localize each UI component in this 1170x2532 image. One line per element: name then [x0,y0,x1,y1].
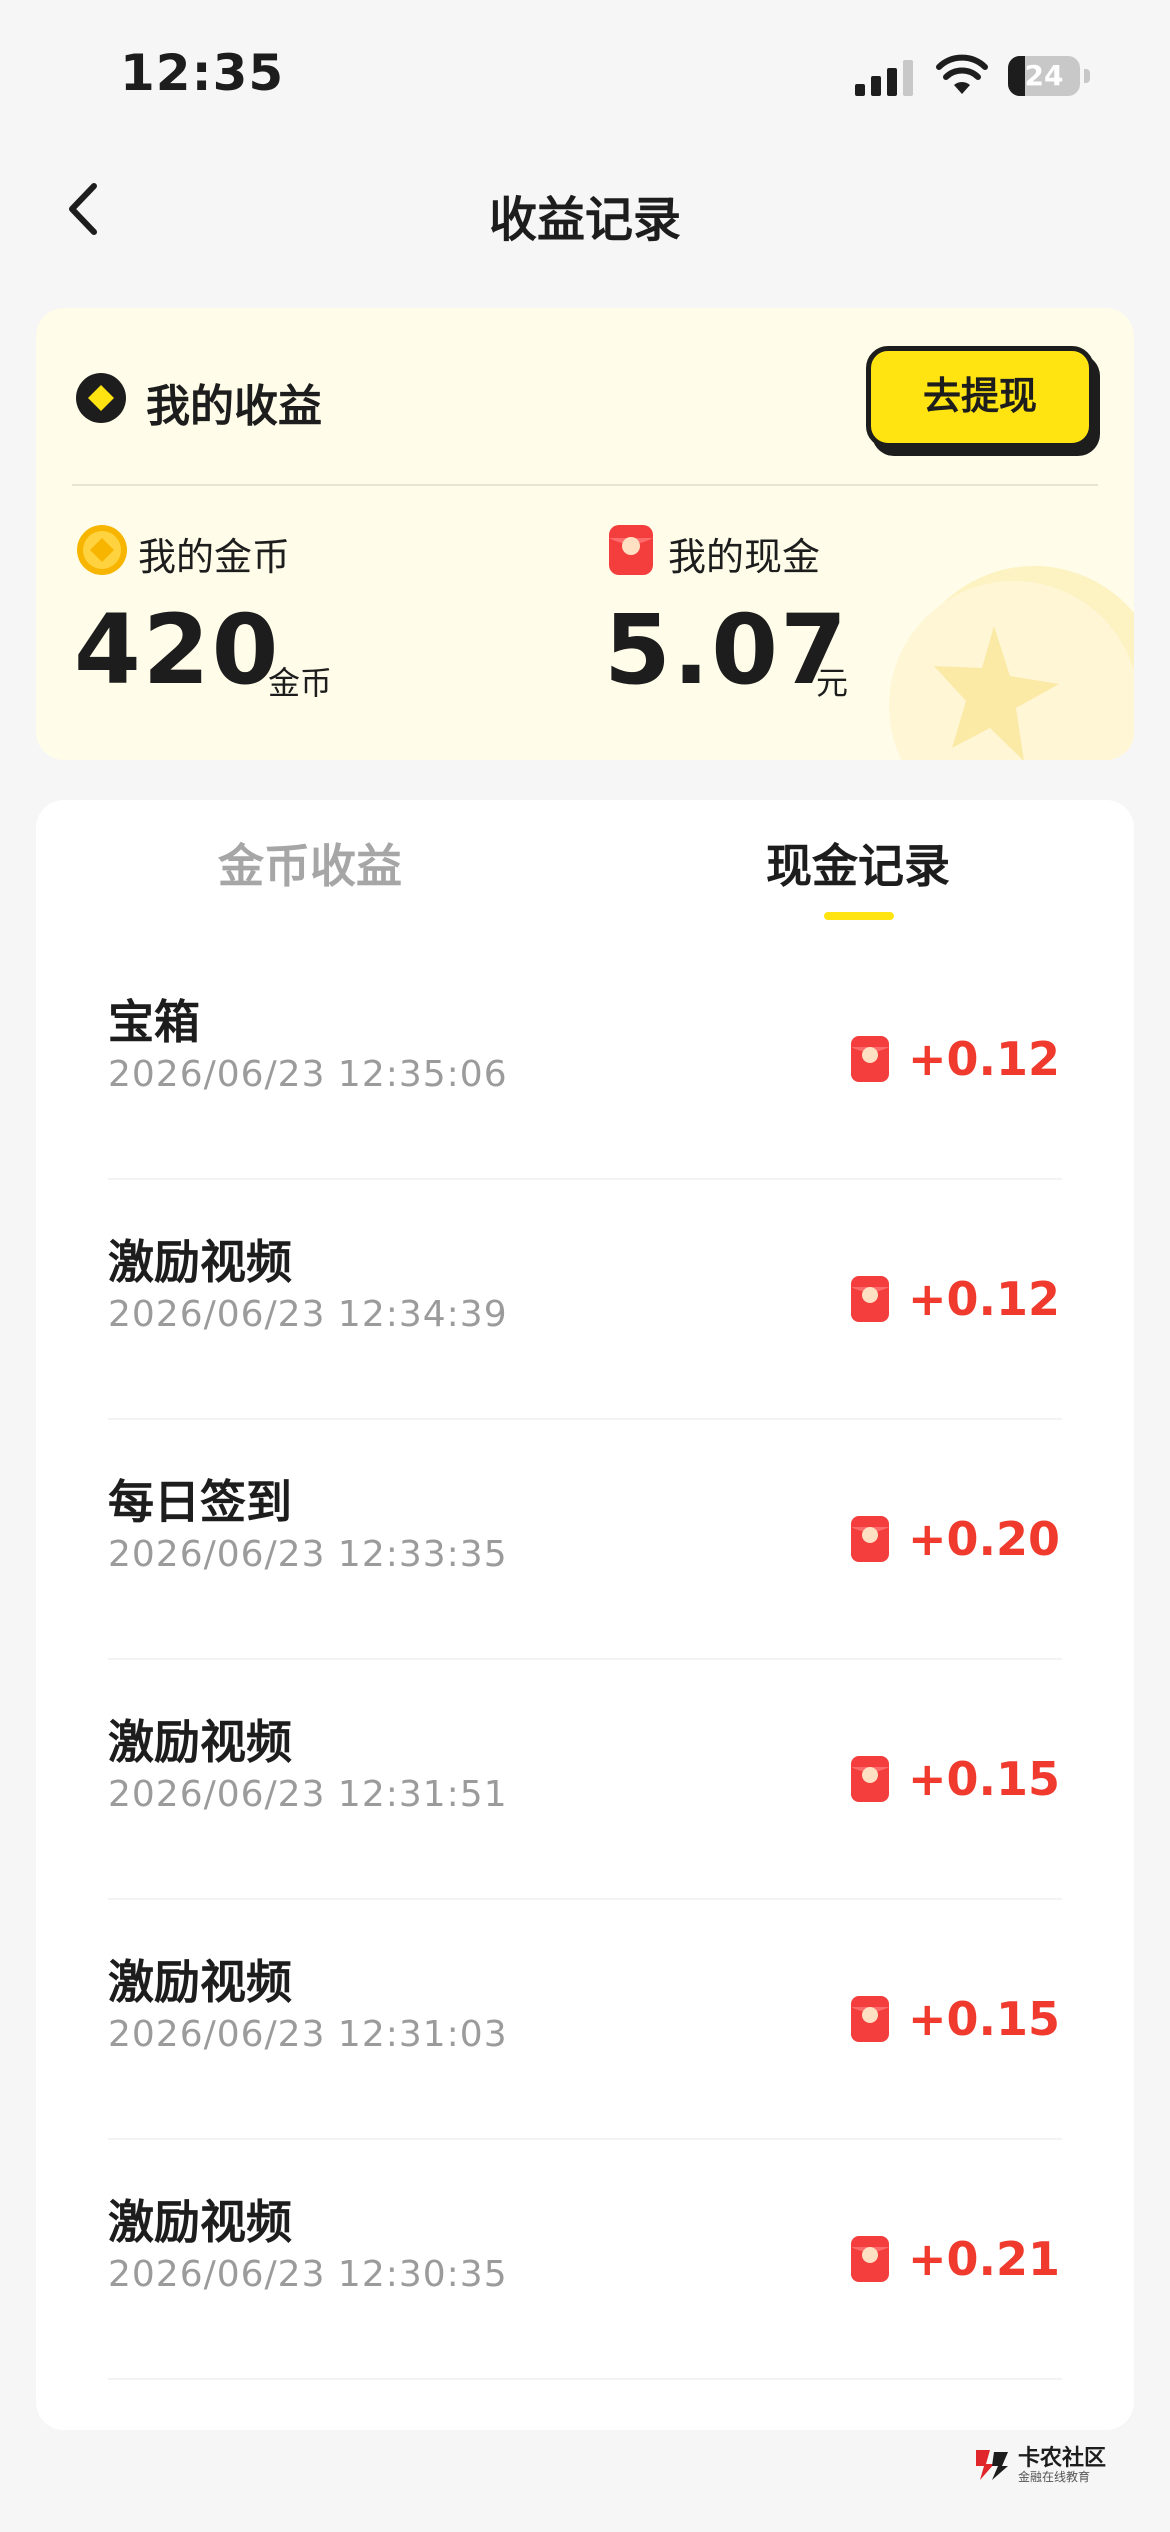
record-amount: +0.21 [907,2232,1060,2286]
record-amount: +0.12 [907,1272,1060,1326]
record-time: 2026/06/23 12:35:06 [108,1054,508,1095]
wifi-icon [936,54,988,94]
cash-unit: 元 [816,664,849,702]
record-row[interactable]: 激励视频 2026/06/23 12:34:39 +0.12 [36,1180,1134,1420]
card-divider [72,484,1098,486]
record-time: 2026/06/23 12:31:51 [108,1774,508,1815]
red-envelope-icon [850,1276,889,1322]
coins-unit: 金币 [268,664,333,702]
record-row[interactable]: 每日签到 2026/06/23 12:33:35 +0.20 [36,1420,1134,1660]
tab-coin-earnings[interactable]: 金币收益 [110,830,510,896]
battery-body: 24 [1008,56,1080,96]
record-time: 2026/06/23 12:31:03 [108,2014,508,2055]
record-row[interactable]: 激励视频 2026/06/23 12:31:51 +0.15 [36,1660,1134,1900]
red-envelope-icon [609,525,653,575]
red-envelope-icon [850,1516,889,1562]
record-title: 宝箱 [108,995,200,1049]
record-amount: +0.15 [907,1992,1060,2046]
coins-value: 420 [74,594,281,706]
record-amount-group: +0.20 [850,1512,1060,1566]
record-row[interactable]: 激励视频 2026/06/23 12:30:35 +0.21 [36,2140,1134,2380]
nav-bar: 收益记录 [0,150,1170,270]
red-envelope-icon [850,1036,889,1082]
watermark-slogan: 金融在线教育 [1018,2470,1091,2484]
record-amount: +0.15 [907,1752,1060,1806]
diamond-icon [76,373,126,423]
earnings-record-screen: 12:35 24 收益记录 我的收益 去提现 我的金币 420 金币 我的现金 … [0,0,1170,2532]
record-amount: +0.20 [907,1512,1060,1566]
battery-icon: 24 [1008,56,1092,98]
battery-tip [1084,69,1090,83]
signal-icon [855,60,913,96]
coins-label: 我的金币 [138,535,291,579]
record-time: 2026/06/23 12:34:39 [108,1294,508,1335]
status-time: 12:35 [120,44,285,102]
red-envelope-icon [850,1756,889,1802]
gold-coin-icon [77,525,127,575]
record-title: 激励视频 [108,1955,292,2009]
cash-label: 我的现金 [668,535,821,579]
record-amount-group: +0.15 [850,1752,1060,1806]
battery-percent: 24 [1024,59,1064,92]
cash-value: 5.07 [604,594,849,706]
earnings-summary-card: 我的收益 去提现 我的金币 420 金币 我的现金 5.07 元 [36,308,1134,760]
record-amount-group: +0.15 [850,1992,1060,2046]
record-title: 激励视频 [108,1235,292,1289]
coin-watermark-icon [889,566,1134,760]
record-title: 每日签到 [108,1475,292,1529]
my-earnings-title: 我的收益 [146,381,322,432]
record-time: 2026/06/23 12:30:35 [108,2254,508,2295]
status-bar: 12:35 24 [0,0,1170,150]
record-amount-group: +0.12 [850,1272,1060,1326]
active-tab-indicator [824,912,894,920]
record-time: 2026/06/23 12:33:35 [108,1534,508,1575]
record-title: 激励视频 [108,1715,292,1769]
watermark-logo: 卡农社区 金融在线教育 [972,2438,1122,2494]
records-panel: 金币收益 现金记录 宝箱 2026/06/23 12:35:06 +0.12 激励视频… [36,800,1134,2430]
record-divider [108,2378,1062,2380]
record-amount-group: +0.21 [850,2232,1060,2286]
watermark-mark-icon [976,2450,1008,2480]
page-title: 收益记录 [488,192,681,248]
withdraw-button[interactable]: 去提现 [866,346,1094,448]
tab-cash-records[interactable]: 现金记录 [658,830,1058,896]
record-list: 宝箱 2026/06/23 12:35:06 +0.12 激励视频 2026/06/23… [36,940,1134,2380]
record-title: 激励视频 [108,2195,292,2249]
red-envelope-icon [850,2236,889,2282]
record-amount: +0.12 [907,1032,1060,1086]
record-amount-group: +0.12 [850,1032,1060,1086]
record-row[interactable]: 激励视频 2026/06/23 12:31:03 +0.15 [36,1900,1134,2140]
record-row[interactable]: 宝箱 2026/06/23 12:35:06 +0.12 [36,940,1134,1180]
red-envelope-icon [850,1996,889,2042]
